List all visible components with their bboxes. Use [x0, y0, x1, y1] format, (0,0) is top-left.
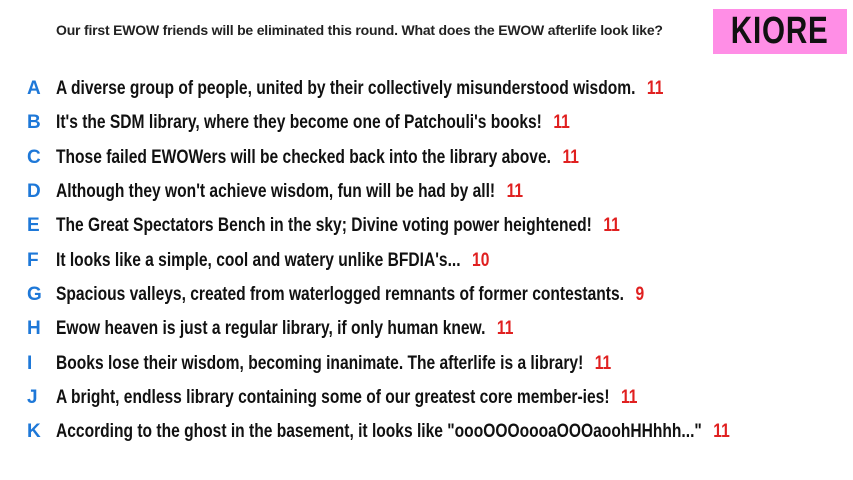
badge-label: KIORE [731, 10, 829, 52]
response-score: 11 [713, 421, 730, 443]
response-letter: A [27, 78, 41, 100]
response-text: Books lose their wisdom, becoming inanim… [56, 352, 584, 374]
response-letter: D [27, 181, 41, 203]
response-score: 10 [472, 249, 490, 271]
response-row: H Ewow heaven is just a regular library,… [0, 312, 853, 346]
response-letter: I [27, 352, 33, 374]
response-row: K According to the ghost in the basement… [0, 415, 853, 449]
response-text: The Great Spectators Bench in the sky; D… [56, 215, 592, 237]
response-score: 11 [562, 146, 579, 168]
response-letter: B [27, 112, 41, 134]
response-row: I Books lose their wisdom, becoming inan… [0, 346, 853, 380]
response-text: Spacious valleys, created from waterlogg… [56, 283, 624, 305]
response-text: According to the ghost in the basement, … [56, 421, 702, 443]
response-text: Although they won't achieve wisdom, fun … [56, 181, 496, 203]
response-row: D Although they won't achieve wisdom, fu… [0, 175, 853, 209]
response-score: 11 [603, 215, 620, 237]
response-letter: J [27, 386, 38, 408]
response-text: Ewow heaven is just a regular library, i… [56, 318, 486, 340]
response-letter: F [27, 249, 39, 271]
response-letter: C [27, 146, 41, 168]
response-score: 11 [620, 386, 638, 408]
response-score: 9 [635, 283, 645, 305]
response-row: B It's the SDM library, where they becom… [0, 106, 853, 140]
response-list: A A diverse group of people, united by t… [0, 72, 853, 449]
response-row: F It looks like a simple, cool and water… [0, 243, 853, 277]
response-text: It looks like a simple, cool and watery … [56, 249, 461, 271]
response-row: J A bright, endless library containing s… [0, 381, 853, 415]
response-text: Those failed EWOWers will be checked bac… [56, 146, 551, 168]
response-text: A bright, endless library containing som… [56, 386, 610, 408]
response-row: E The Great Spectators Bench in the sky;… [0, 209, 853, 243]
response-score: 11 [506, 181, 524, 203]
response-letter: H [27, 318, 41, 340]
response-score: 11 [646, 78, 664, 100]
response-text: A diverse group of people, united by the… [56, 78, 636, 100]
contestant-name-badge: KIORE [713, 9, 847, 54]
response-letter: K [27, 421, 41, 443]
response-row: G Spacious valleys, created from waterlo… [0, 278, 853, 312]
response-score: 11 [496, 318, 514, 340]
response-text: It's the SDM library, where they become … [56, 112, 542, 134]
response-score: 11 [553, 112, 570, 134]
response-letter: G [27, 283, 42, 305]
response-letter: E [27, 215, 40, 237]
prompt-text: Our first EWOW friends will be eliminate… [56, 22, 663, 38]
response-row: C Those failed EWOWers will be checked b… [0, 141, 853, 175]
response-score: 11 [594, 352, 612, 374]
response-row: A A diverse group of people, united by t… [0, 72, 853, 106]
